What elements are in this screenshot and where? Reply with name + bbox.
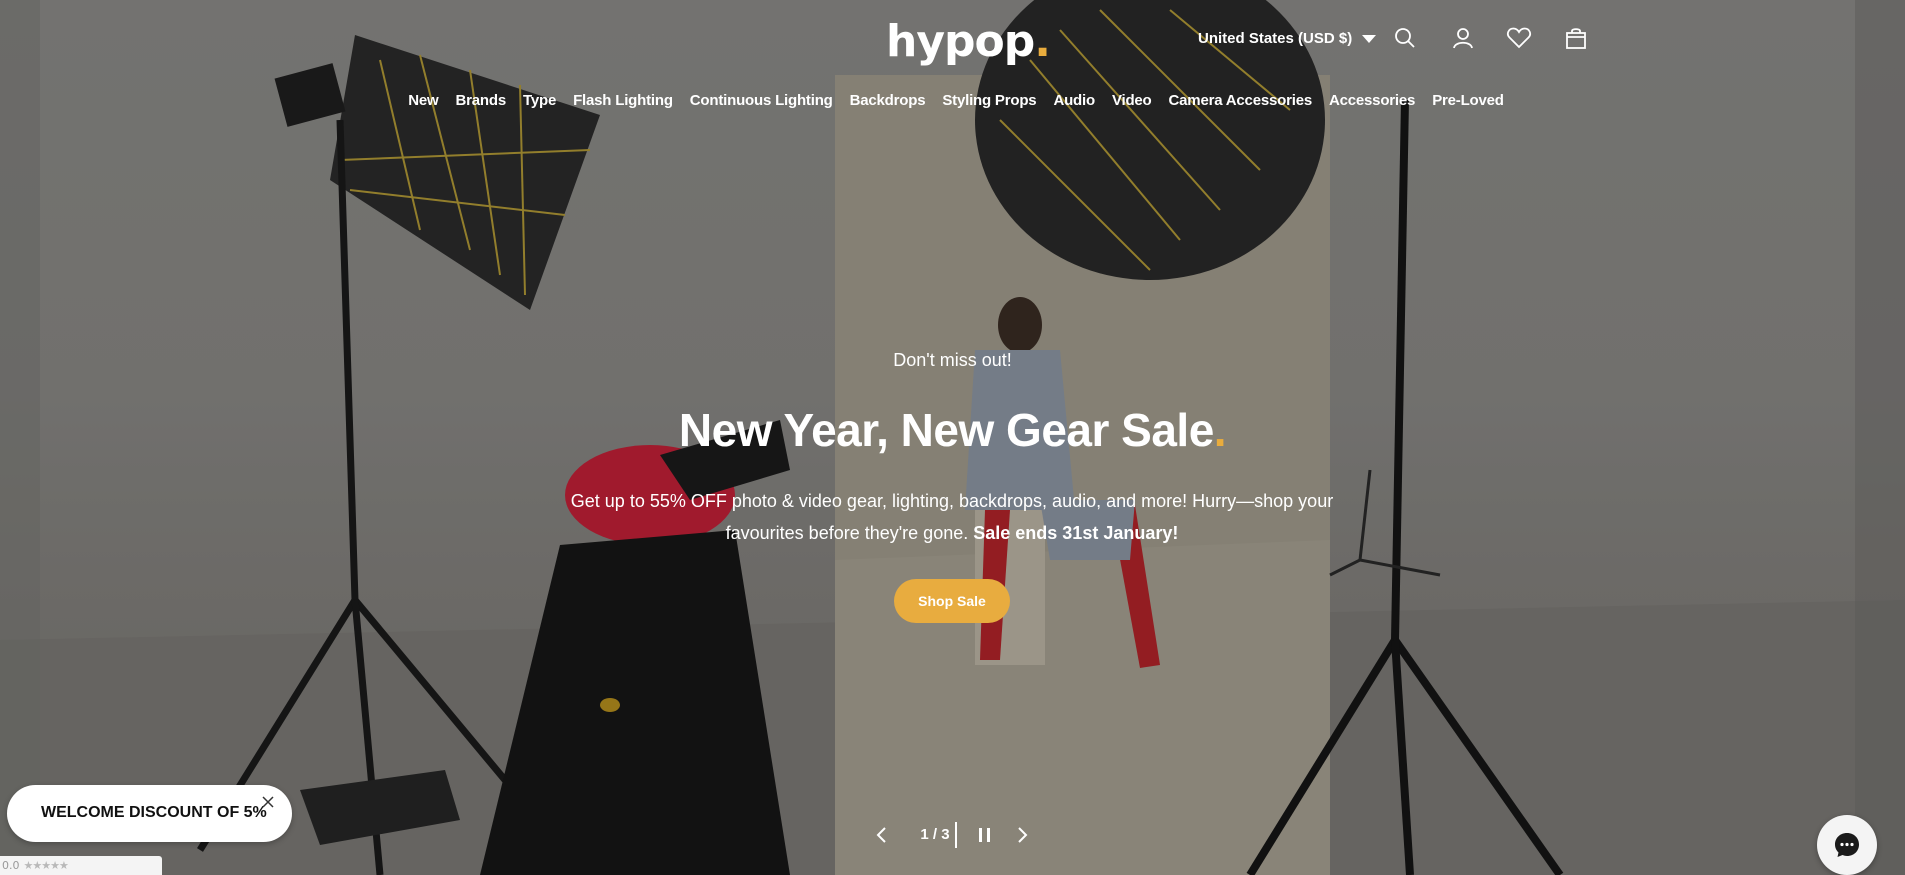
caret-down-icon	[1362, 35, 1377, 43]
logo-dot: .	[1034, 16, 1051, 67]
shop-sale-button[interactable]: Shop Sale	[894, 579, 1010, 623]
nav-item-styling-props[interactable]: Styling Props	[942, 90, 1036, 112]
site-logo[interactable]: hypop.	[886, 14, 1051, 70]
nav-item-type[interactable]: Type	[523, 90, 556, 112]
hero-title-text: New Year, New Gear Sale	[678, 404, 1214, 456]
currency-label: United States (USD $)	[1198, 30, 1353, 47]
pause-icon[interactable]	[976, 826, 994, 844]
account-icon[interactable]	[1449, 24, 1477, 52]
nav-item-brands[interactable]: Brands	[456, 90, 507, 112]
chevron-left-icon[interactable]	[872, 825, 892, 845]
nav-item-accessories[interactable]: Accessories	[1329, 90, 1415, 112]
search-icon[interactable]	[1391, 24, 1419, 52]
currency-selector[interactable]: United States (USD $)	[1198, 28, 1377, 50]
nav-item-flash-lighting[interactable]: Flash Lighting	[573, 90, 673, 112]
wishlist-heart-icon[interactable]	[1505, 24, 1533, 52]
chat-launcher-button[interactable]	[1817, 815, 1877, 875]
nav-item-pre-loved[interactable]: Pre-Loved	[1432, 90, 1504, 112]
rating-score: 0.0	[2, 859, 20, 872]
cart-bag-icon[interactable]	[1562, 24, 1590, 52]
close-icon[interactable]	[260, 794, 276, 810]
reviews-rating-badge[interactable]: 0.0 ★★★★★	[0, 856, 162, 875]
hero-title-dot: .	[1213, 404, 1227, 456]
welcome-discount-label: WELCOME DISCOUNT OF 5%	[41, 804, 267, 821]
rating-stars: ★★★★★	[23, 859, 69, 872]
nav-item-video[interactable]: Video	[1112, 90, 1152, 112]
nav-item-continuous-lighting[interactable]: Continuous Lighting	[690, 90, 833, 112]
chevron-right-icon[interactable]	[1012, 825, 1032, 845]
slideshow-controls: 1 / 3	[872, 822, 1032, 848]
slider-divider	[955, 822, 957, 848]
nav-item-camera-accessories[interactable]: Camera Accessories	[1169, 90, 1313, 112]
nav-item-backdrops[interactable]: Backdrops	[850, 90, 926, 112]
main-navigation: New Brands Type Flash Lighting Continuou…	[0, 90, 1905, 112]
hero-eyebrow: Don't miss out!	[893, 350, 1012, 370]
hero-title: New Year, New Gear Sale.	[0, 400, 1905, 460]
welcome-discount-popup[interactable]: WELCOME DISCOUNT OF 5%	[7, 785, 292, 842]
nav-item-new[interactable]: New	[408, 90, 438, 112]
chat-bubble-icon	[1835, 833, 1859, 857]
nav-item-audio[interactable]: Audio	[1053, 90, 1095, 112]
slide-counter: 1 / 3	[920, 826, 950, 843]
hero-description-deadline: Sale ends 31st January!	[973, 523, 1179, 543]
hero-description: Get up to 55% OFF photo & video gear, li…	[552, 485, 1352, 549]
hero-description-text: Get up to 55% OFF photo & video gear, li…	[570, 491, 1334, 543]
logo-text: hypop	[886, 16, 1035, 67]
